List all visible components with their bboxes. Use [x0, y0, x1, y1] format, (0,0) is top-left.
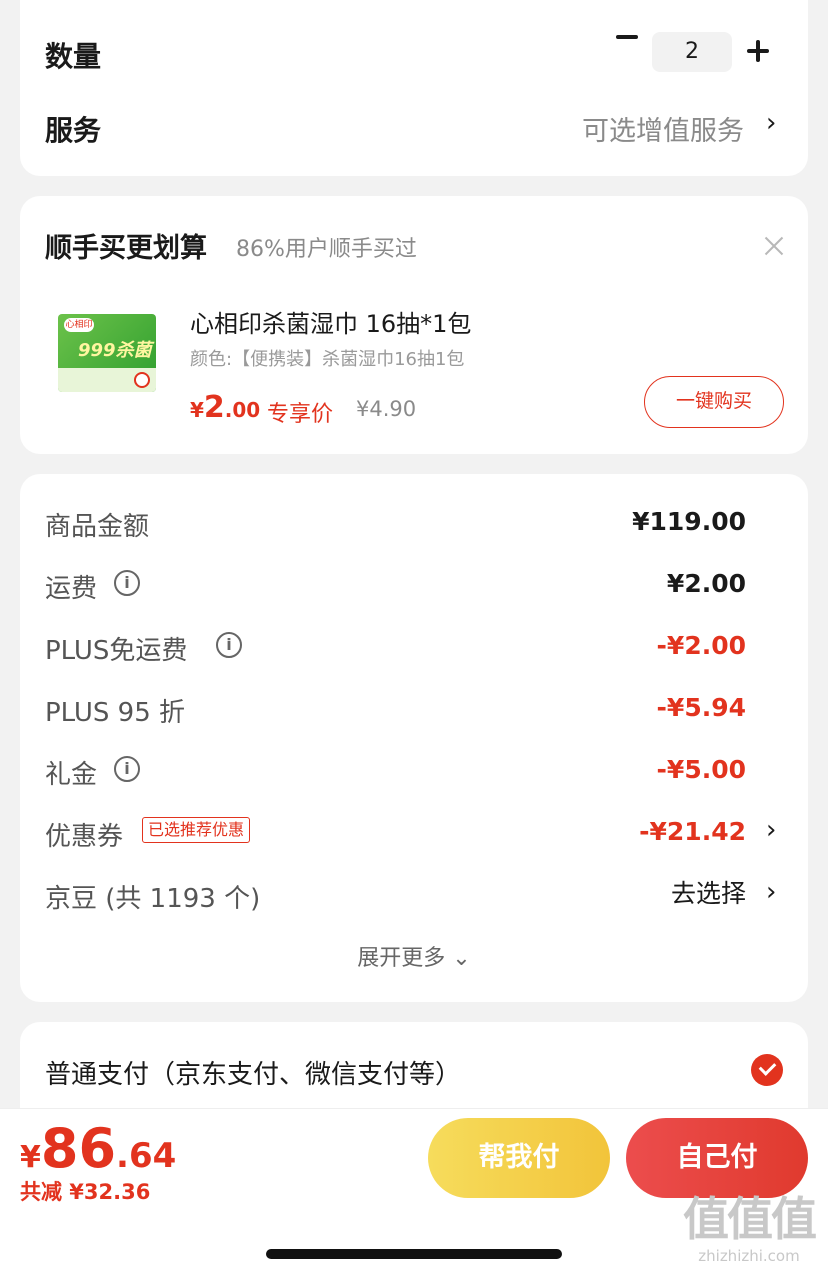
watermark-url: zhizhizhi.com	[698, 1247, 800, 1265]
total-price: ¥86.64	[20, 1117, 176, 1180]
total-decimal: .64	[116, 1136, 177, 1176]
product-image[interactable]: 心相印 999杀菌	[58, 314, 156, 392]
product-spec: 颜色:【便携装】杀菌湿巾16抽1包	[190, 349, 465, 370]
exclusive-price-tag: 专享价	[267, 402, 334, 427]
service-label: 服务	[45, 114, 102, 147]
decrease-quantity-button[interactable]	[616, 35, 638, 39]
addon-subtitle: 86%用户顺手买过	[236, 237, 417, 262]
product-image-label: 999杀菌	[78, 340, 152, 361]
coupon-chevron-icon[interactable]: ›	[766, 815, 776, 845]
payment-method-label[interactable]: 普通支付（京东支付、微信支付等）	[45, 1054, 461, 1091]
shipping-label: 运费	[45, 574, 98, 604]
jd-beans-label: 京豆 (共 1193 个)	[45, 884, 261, 914]
product-name[interactable]: 心相印杀菌湿巾 16抽*1包	[190, 304, 471, 339]
checkout-bar: ¥86.64 共减 ¥32.36 帮我付 自己付 值值值 zhizhizhi.c…	[0, 1108, 828, 1277]
price-currency: ¥	[190, 398, 204, 422]
product-image-logo: 心相印	[64, 318, 94, 332]
gift-money-label: 礼金	[45, 760, 98, 790]
watermark: 值值值 zhizhizhi.com	[676, 1191, 822, 1265]
watermark-logo: 值值值	[683, 1192, 817, 1246]
product-price: ¥2.00	[190, 390, 260, 425]
original-price: ¥4.90	[356, 397, 417, 421]
shipping-info-icon[interactable]: i	[114, 570, 140, 596]
service-value[interactable]: 可选增值服务	[582, 109, 744, 148]
addon-card: 顺手买更划算 86%用户顺手买过 心相印 999杀菌 心相印杀菌湿巾 16抽*1…	[20, 196, 808, 454]
shipping-value: ¥2.00	[666, 569, 746, 598]
amount-breakdown-card: 商品金额 ¥119.00 运费 i ¥2.00 PLUS免运费 i -¥2.00…	[20, 474, 808, 1002]
plus-free-shipping-info-icon[interactable]: i	[216, 632, 242, 658]
one-click-buy-button[interactable]: 一键购买	[644, 376, 784, 428]
quantity-service-card: 数量 2 服务 可选增值服务 ›	[20, 0, 808, 176]
coupon-recommended-tag: 已选推荐优惠	[142, 817, 251, 843]
home-indicator[interactable]	[266, 1249, 562, 1259]
plus-discount-label: PLUS 95 折	[45, 698, 186, 728]
service-chevron-icon[interactable]: ›	[766, 108, 776, 138]
help-me-pay-button[interactable]: 帮我付	[428, 1118, 610, 1198]
plus-free-shipping-label: PLUS免运费	[45, 636, 188, 666]
subtotal-value: ¥119.00	[632, 507, 746, 536]
coupon-label: 优惠券	[45, 822, 124, 852]
close-icon[interactable]	[764, 236, 784, 256]
price-decimal: .00	[224, 398, 261, 422]
check-icon[interactable]	[751, 1054, 783, 1086]
increase-quantity-button[interactable]	[747, 40, 769, 62]
total-saved: 共减 ¥32.36	[20, 1180, 151, 1204]
expand-more-button[interactable]: 展开更多 ⌄	[20, 940, 808, 972]
pay-myself-button[interactable]: 自己付	[626, 1118, 808, 1198]
gift-money-value: -¥5.00	[656, 755, 746, 784]
jd-beans-select[interactable]: 去选择	[671, 874, 746, 910]
total-currency: ¥	[20, 1140, 41, 1175]
product-badge-icon	[134, 372, 150, 388]
quantity-label: 数量	[45, 40, 102, 73]
plus-free-shipping-value: -¥2.00	[656, 631, 746, 660]
subtotal-label: 商品金额	[45, 512, 150, 542]
jd-beans-chevron-icon[interactable]: ›	[766, 877, 776, 907]
addon-title: 顺手买更划算	[45, 233, 207, 264]
quantity-input[interactable]: 2	[652, 32, 732, 72]
price-integer: 2	[203, 390, 225, 425]
gift-money-info-icon[interactable]: i	[114, 756, 140, 782]
coupon-value[interactable]: -¥21.42	[639, 817, 746, 846]
plus-discount-value: -¥5.94	[656, 693, 746, 722]
total-integer: 86	[40, 1117, 117, 1180]
